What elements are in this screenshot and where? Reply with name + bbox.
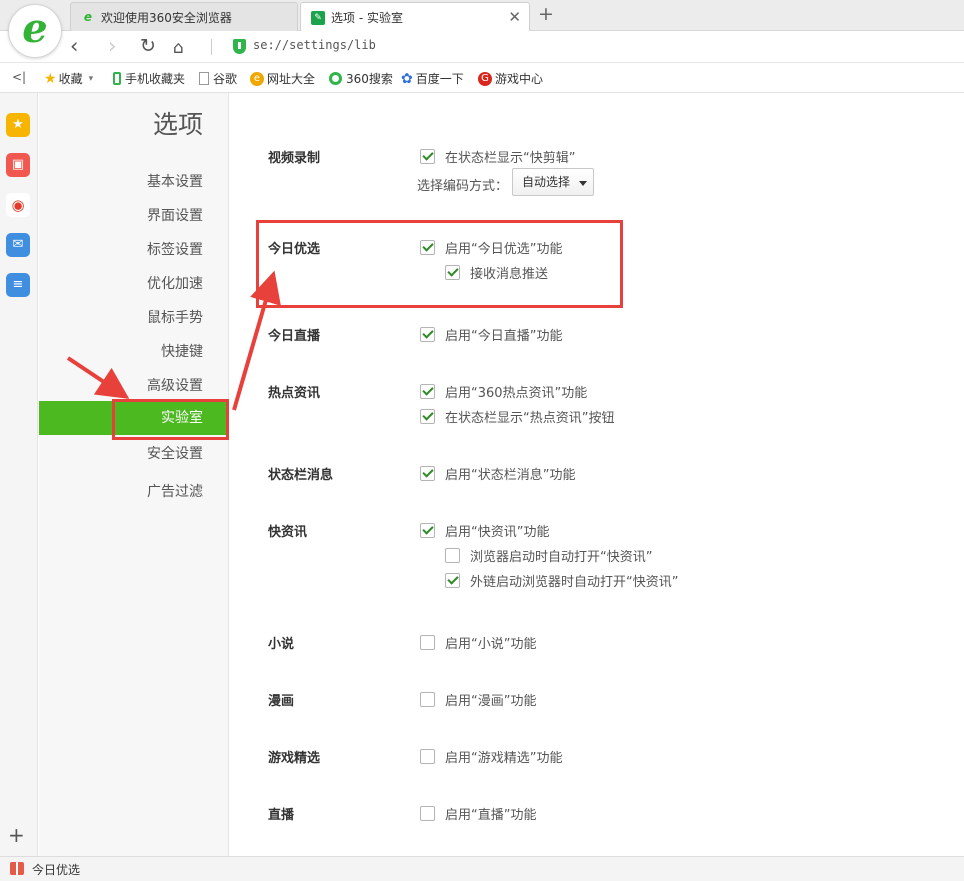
section-label-games: 游戏精选	[268, 751, 321, 766]
separator	[211, 39, 212, 55]
section-label-comic: 漫画	[268, 694, 295, 709]
section-label-status-msg: 状态栏消息	[268, 468, 334, 483]
bookmark-baidu[interactable]: ✿ 百度一下	[401, 70, 464, 87]
navigation-bar: ‹ › ↻ ⌂ se://settings/lib	[0, 31, 964, 63]
tab-title: 欢迎使用360安全浏览器	[101, 10, 232, 25]
checkbox[interactable]	[420, 749, 435, 764]
checkbox[interactable]	[445, 548, 460, 563]
option-video-kuaijianji[interactable]: 在状态栏显示“快剪辑”	[420, 147, 575, 166]
bookmark-favorites[interactable]: ★ 收藏 ▾	[44, 70, 93, 87]
option-comic-enable[interactable]: 启用“漫画”功能	[420, 690, 536, 709]
annotation-box-lab	[112, 399, 229, 440]
nav-item-adblock[interactable]: 广告过滤	[39, 475, 229, 509]
browser-window: e 欢迎使用360安全浏览器 ✎ 选项 - 实验室 ✕ + e ‹ › ↻ ⌂ …	[0, 0, 964, 881]
tab-title: 选项 - 实验室	[331, 11, 403, 25]
option-news-external[interactable]: 外链启动浏览器时自动打开“快资讯”	[445, 571, 678, 590]
tab-settings-lab[interactable]: ✎ 选项 - 实验室 ✕	[300, 2, 530, 32]
bookmark-bar: <| ★ 收藏 ▾ 手机收藏夹 谷歌 e 网址大全 360搜索 ✿ 百度一下 G…	[0, 63, 964, 93]
option-news-startup[interactable]: 浏览器启动时自动打开“快资讯”	[445, 546, 652, 565]
forward-arrow-icon[interactable]: ›	[108, 34, 116, 58]
nav-item-tabs[interactable]: 标签设置	[39, 233, 229, 267]
section-label-live: 直播	[268, 808, 295, 823]
settings-content: 视频录制 在状态栏显示“快剪辑” 选择编码方式： 自动选择 今日优选 启用“今日…	[230, 93, 964, 856]
ie-e-icon: e	[83, 10, 93, 24]
bookmark-hao[interactable]: e 网址大全	[250, 70, 315, 87]
checkbox[interactable]	[420, 327, 435, 342]
sidebar-app-strip: ★ ▣ ◉ ✉ ≡ +	[0, 93, 38, 856]
annotation-box-today	[256, 220, 623, 308]
back-arrow-icon[interactable]: ‹	[70, 34, 78, 58]
weibo-icon[interactable]: ◉	[6, 193, 30, 217]
checkbox[interactable]	[420, 692, 435, 707]
option-hot-statusbar[interactable]: 在状态栏显示“热点资讯”按钮	[420, 407, 614, 426]
page-icon	[199, 72, 209, 85]
home-icon[interactable]: ⌂	[173, 36, 184, 60]
bookmark-google[interactable]: 谷歌	[199, 70, 237, 87]
checkbox[interactable]	[420, 466, 435, 481]
tab-welcome[interactable]: e 欢迎使用360安全浏览器	[70, 2, 298, 31]
baidu-paw-icon: ✿	[401, 70, 413, 87]
settings-nav: 选项 基本设置 界面设置 标签设置 优化加速 鼠标手势 快捷键 高级设置 实验室…	[39, 93, 229, 856]
checkbox[interactable]	[420, 149, 435, 164]
section-label-novel: 小说	[268, 637, 295, 652]
browser-logo[interactable]: e	[8, 4, 62, 58]
checkbox[interactable]	[420, 409, 435, 424]
nav-item-basic[interactable]: 基本设置	[39, 165, 229, 199]
section-label-news: 快资讯	[268, 525, 308, 540]
mail-icon[interactable]: ✉	[6, 233, 30, 257]
search-360-icon	[329, 72, 342, 85]
bookmark-360search[interactable]: 360搜索	[329, 70, 393, 87]
game-icon: G	[478, 71, 492, 86]
checkbox[interactable]	[445, 573, 460, 588]
gift-icon[interactable]	[10, 862, 24, 875]
option-status-msg-enable[interactable]: 启用“状态栏消息”功能	[420, 464, 575, 483]
checkbox[interactable]	[420, 384, 435, 399]
nav-item-security[interactable]: 安全设置	[39, 437, 229, 471]
section-label-video: 视频录制	[268, 151, 321, 166]
add-app-plus-icon[interactable]: +	[8, 823, 25, 847]
favorites-star-icon[interactable]: ★	[6, 113, 30, 137]
status-bar: 今日优选	[0, 856, 964, 881]
checkbox[interactable]	[420, 523, 435, 538]
bookmark-games[interactable]: G 游戏中心	[478, 70, 543, 87]
nav-item-gestures[interactable]: 鼠标手势	[39, 301, 229, 335]
chevron-down-icon: ▾	[88, 73, 94, 84]
checkbox[interactable]	[420, 806, 435, 821]
tab-bar: e 欢迎使用360安全浏览器 ✎ 选项 - 实验室 ✕ +	[0, 0, 964, 32]
option-news-enable[interactable]: 启用“快资讯”功能	[420, 521, 549, 540]
bookmark-mobile[interactable]: 手机收藏夹	[113, 70, 185, 87]
settings-tab-icon: ✎	[311, 10, 325, 25]
new-tab-plus-icon[interactable]: +	[538, 4, 554, 24]
page-title: 选项	[153, 110, 204, 139]
encode-select[interactable]: 自动选择	[512, 168, 594, 196]
nav-item-optimize[interactable]: 优化加速	[39, 267, 229, 301]
phone-icon	[113, 72, 121, 85]
collapse-sidebar-icon[interactable]: <|	[12, 70, 26, 84]
option-novel-enable[interactable]: 启用“小说”功能	[420, 633, 536, 652]
option-hot-enable[interactable]: 启用“360热点资讯”功能	[420, 382, 587, 401]
address-bar[interactable]: se://settings/lib	[253, 38, 376, 52]
checkbox[interactable]	[420, 635, 435, 650]
encode-label: 选择编码方式：	[417, 179, 509, 194]
security-shield-icon[interactable]	[233, 39, 246, 54]
option-games-enable[interactable]: 启用“游戏精选”功能	[420, 747, 562, 766]
nav-item-advanced[interactable]: 高级设置	[39, 369, 229, 403]
option-live-today-enable[interactable]: 启用“今日直播”功能	[420, 325, 562, 344]
screenshot-icon[interactable]: ▣	[6, 153, 30, 177]
star-icon: ★	[44, 70, 57, 87]
nav-item-shortcuts[interactable]: 快捷键	[39, 335, 229, 369]
refresh-icon[interactable]: ↻	[140, 34, 156, 58]
option-live-enable[interactable]: 启用“直播”功能	[420, 804, 536, 823]
section-label-live-today: 今日直播	[268, 329, 321, 344]
close-icon[interactable]: ✕	[508, 8, 521, 26]
hao-icon: e	[250, 71, 264, 86]
nav-item-interface[interactable]: 界面设置	[39, 199, 229, 233]
section-label-hot: 热点资讯	[268, 386, 321, 401]
notes-icon[interactable]: ≡	[6, 273, 30, 297]
dropdown-arrow-icon	[579, 181, 587, 186]
status-text[interactable]: 今日优选	[32, 861, 80, 878]
